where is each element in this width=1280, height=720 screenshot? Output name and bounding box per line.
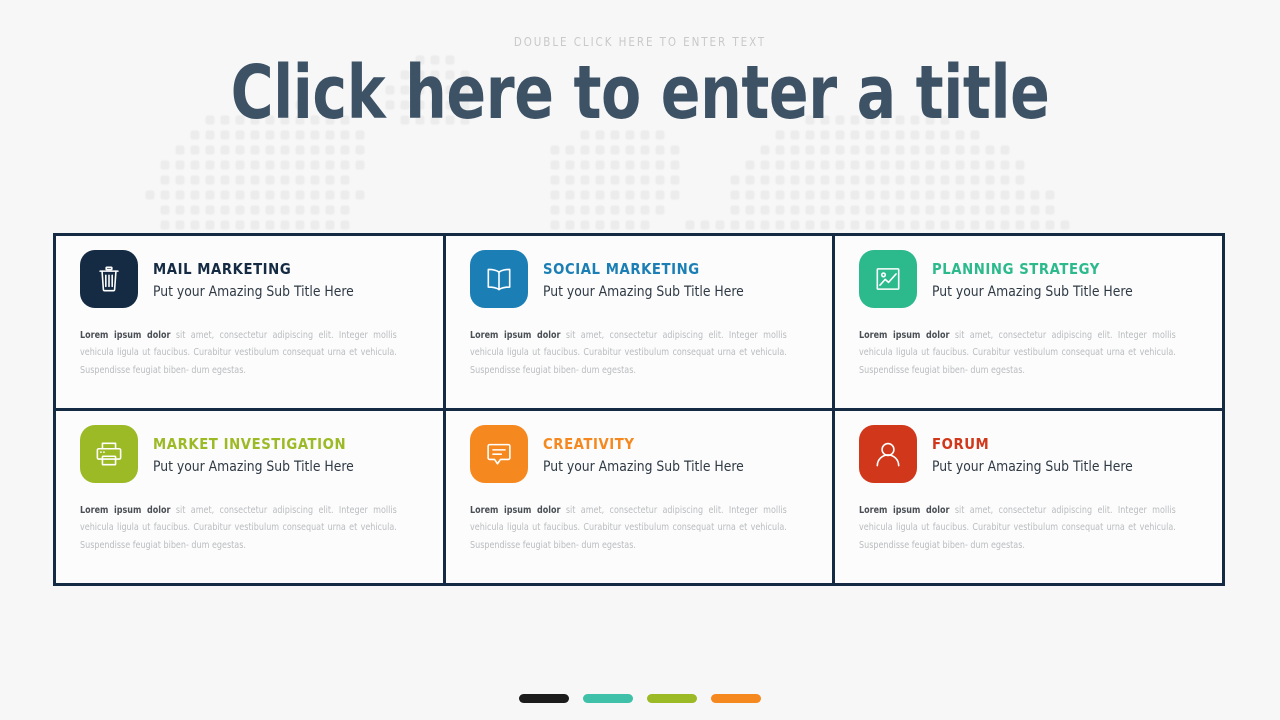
card-title: FORUM xyxy=(932,434,990,453)
feature-card-market-investigation[interactable]: MARKET INVESTIGATION Put your Amazing Sub… xyxy=(56,411,443,583)
card-body-text: Lorem ipsum dolor sit amet, consectetur … xyxy=(859,502,1176,554)
card-body-strong: Lorem ipsum dolor xyxy=(859,505,950,516)
trash-icon-tile[interactable] xyxy=(80,250,138,308)
chat-bubble-icon-tile[interactable] xyxy=(469,425,528,483)
card-body-text: Lorem ipsum dolor sit amet, consectetur … xyxy=(470,327,787,379)
card-header: SOCIAL MARKETING Put your Amazing Sub Tit… xyxy=(469,250,815,308)
image-chart-icon xyxy=(873,264,903,294)
pill-3[interactable] xyxy=(647,694,697,703)
page-title[interactable]: Click here to enter a title xyxy=(77,55,1203,131)
chat-bubble-icon xyxy=(484,439,514,469)
printer-icon-tile[interactable] xyxy=(80,425,138,483)
card-header: MARKET INVESTIGATION Put your Amazing Sub… xyxy=(80,425,425,483)
feature-card-planning-strategy[interactable]: PLANNING STRATEGY Put your Amazing Sub Ti… xyxy=(835,236,1222,408)
card-subtitle: Put your Amazing Sub Title Here xyxy=(542,458,744,475)
slide-header: DOUBLE CLICK HERE TO ENTER TEXT Click he… xyxy=(0,0,1280,131)
card-headtext: CREATIVITY Put your Amazing Sub Title Her… xyxy=(543,434,754,475)
card-subtitle: Put your Amazing Sub Title Here xyxy=(153,458,354,475)
card-body-strong: Lorem ipsum dolor xyxy=(80,505,171,516)
card-body-strong: Lorem ipsum dolor xyxy=(859,330,950,341)
card-body-text: Lorem ipsum dolor sit amet, consectetur … xyxy=(80,327,397,379)
pill-4[interactable] xyxy=(711,694,761,703)
pill-2[interactable] xyxy=(583,694,633,703)
feature-grid: MAIL MARKETING Put your Amazing Sub Title… xyxy=(53,233,1225,586)
card-subtitle: Put your Amazing Sub Title Here xyxy=(932,283,1134,300)
card-body-text: Lorem ipsum dolor sit amet, consectetur … xyxy=(470,502,787,554)
card-title: PLANNING STRATEGY xyxy=(932,259,1101,278)
user-icon xyxy=(873,439,903,469)
printer-icon xyxy=(94,439,124,469)
eyebrow-text[interactable]: DOUBLE CLICK HERE TO ENTER TEXT xyxy=(51,34,1229,49)
card-title: SOCIAL MARKETING xyxy=(542,259,700,278)
pill-1[interactable] xyxy=(519,694,569,703)
card-body-text: Lorem ipsum dolor sit amet, consectetur … xyxy=(80,502,397,554)
card-subtitle: Put your Amazing Sub Title Here xyxy=(542,283,744,300)
card-title: CREATIVITY xyxy=(542,434,635,453)
card-subtitle: Put your Amazing Sub Title Here xyxy=(153,283,354,300)
book-icon-tile[interactable] xyxy=(469,250,528,308)
trash-icon xyxy=(94,264,124,294)
card-header: FORUM Put your Amazing Sub Title Here xyxy=(859,425,1204,483)
card-headtext: FORUM Put your Amazing Sub Title Here xyxy=(932,434,1143,475)
card-body-strong: Lorem ipsum dolor xyxy=(80,330,171,341)
image-chart-icon-tile[interactable] xyxy=(859,250,918,308)
feature-card-mail-marketing[interactable]: MAIL MARKETING Put your Amazing Sub Title… xyxy=(56,236,443,408)
card-headtext: MAIL MARKETING Put your Amazing Sub Title… xyxy=(153,259,364,300)
card-body-strong: Lorem ipsum dolor xyxy=(469,505,561,516)
user-icon-tile[interactable] xyxy=(859,425,918,483)
card-headtext: PLANNING STRATEGY Put your Amazing Sub Ti… xyxy=(932,259,1143,300)
feature-card-forum[interactable]: FORUM Put your Amazing Sub Title Here Lore… xyxy=(835,411,1222,583)
card-title: MARKET INVESTIGATION xyxy=(153,434,347,453)
feature-card-creativity[interactable]: CREATIVITY Put your Amazing Sub Title Her… xyxy=(445,411,833,583)
card-subtitle: Put your Amazing Sub Title Here xyxy=(932,458,1134,475)
card-body-text: Lorem ipsum dolor sit amet, consectetur … xyxy=(859,327,1176,379)
card-title: MAIL MARKETING xyxy=(153,259,292,278)
card-header: MAIL MARKETING Put your Amazing Sub Title… xyxy=(80,250,425,308)
feature-card-social-marketing[interactable]: SOCIAL MARKETING Put your Amazing Sub Tit… xyxy=(445,236,833,408)
card-headtext: MARKET INVESTIGATION Put your Amazing Sub… xyxy=(153,434,364,475)
card-body-strong: Lorem ipsum dolor xyxy=(469,330,561,341)
card-header: PLANNING STRATEGY Put your Amazing Sub Ti… xyxy=(859,250,1204,308)
footer-pill-indicators xyxy=(0,694,1280,703)
card-headtext: SOCIAL MARKETING Put your Amazing Sub Tit… xyxy=(543,259,754,300)
card-header: CREATIVITY Put your Amazing Sub Title Her… xyxy=(469,425,815,483)
book-icon xyxy=(484,264,514,294)
